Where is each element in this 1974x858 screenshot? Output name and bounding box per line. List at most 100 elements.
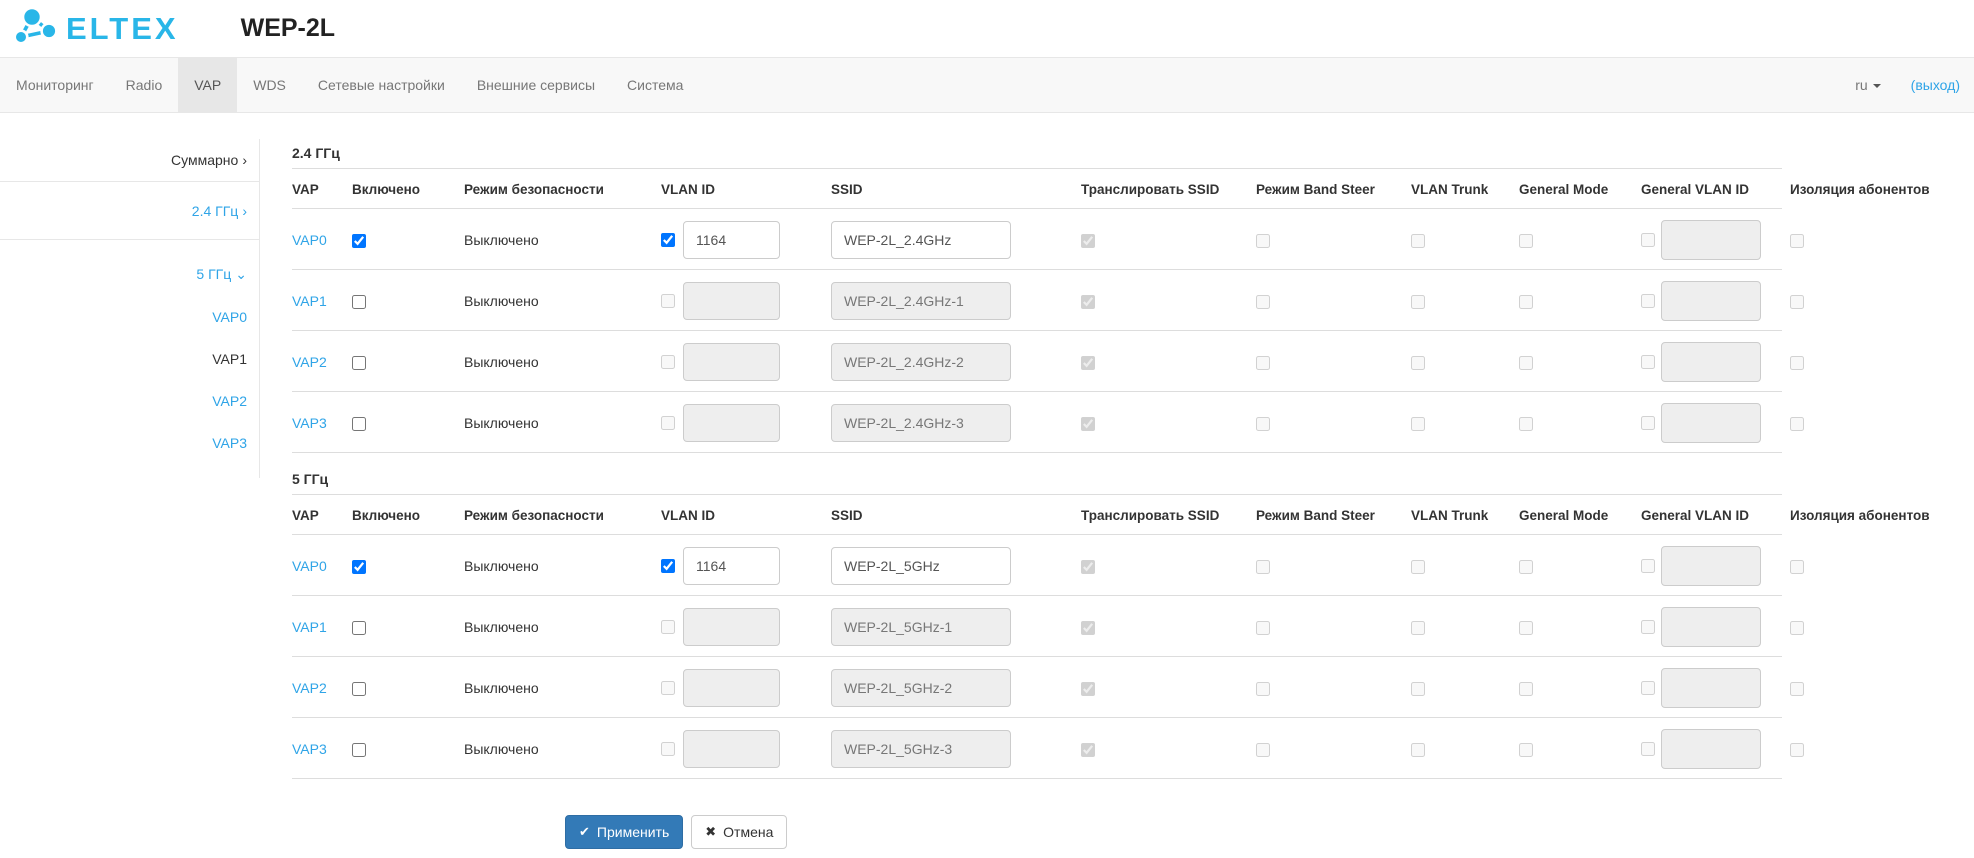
vlan-id-checkbox [661, 416, 675, 430]
tab-monitoring[interactable]: Мониторинг [0, 58, 110, 112]
column-header: Режим безопасности [464, 508, 661, 523]
general-mode-checkbox [1519, 295, 1533, 309]
vap-link[interactable]: VAP1 [292, 619, 327, 635]
vlan-id-checkbox[interactable] [661, 233, 675, 247]
general-vlan-input [1661, 546, 1761, 586]
cancel-button[interactable]: ✖ Отмена [691, 815, 787, 849]
language-dropdown[interactable]: ru [1855, 77, 1880, 93]
general-vlan-input [1661, 607, 1761, 647]
vlan-trunk-checkbox [1411, 621, 1425, 635]
sidebar-item-label: VAP1 [212, 351, 247, 367]
table-row: VAP0 Выключено [292, 535, 1974, 596]
chevron-down-icon: ⌄ [235, 266, 247, 282]
table-row: VAP2 Выключено [292, 331, 1974, 392]
eltex-logo: ELTEX [12, 6, 179, 51]
enabled-checkbox[interactable] [352, 621, 366, 635]
tab-vap[interactable]: VAP [178, 58, 237, 112]
isolation-checkbox [1790, 356, 1804, 370]
ssid-input[interactable] [831, 547, 1011, 585]
general-vlan-input [1661, 220, 1761, 260]
vlan-trunk-checkbox [1411, 356, 1425, 370]
enabled-checkbox[interactable] [352, 560, 366, 574]
table-row: VAP3 Выключено [292, 718, 1974, 779]
table-header-row: VAPВключеноРежим безопасностиVLAN IDSSID… [292, 495, 1974, 535]
close-icon: ✖ [705, 824, 716, 840]
ssid-input [831, 608, 1011, 646]
isolation-checkbox [1790, 417, 1804, 431]
vlan-trunk-checkbox [1411, 682, 1425, 696]
isolation-checkbox [1790, 621, 1804, 635]
sidebar-item-vap1[interactable]: VAP1 [0, 338, 259, 380]
sidebar-item-vap3[interactable]: VAP3 [0, 422, 259, 464]
sidebar-item-2-4-ghz[interactable]: 2.4 ГГц› [0, 182, 259, 240]
nav-right: ru (выход) [1855, 58, 1960, 112]
vlan-id-checkbox [661, 355, 675, 369]
sidebar-item-label: VAP0 [212, 309, 247, 325]
general-mode-checkbox [1519, 417, 1533, 431]
isolation-checkbox [1790, 295, 1804, 309]
vlan-id-input[interactable] [683, 547, 780, 585]
ssid-input [831, 404, 1011, 442]
band-section: 2.4 ГГц VAPВключеноРежим безопасностиVLA… [292, 145, 1974, 453]
enabled-checkbox[interactable] [352, 295, 366, 309]
broadcast-ssid-checkbox [1081, 621, 1095, 635]
ssid-input [831, 730, 1011, 768]
general-mode-checkbox [1519, 560, 1533, 574]
general-vlan-input [1661, 729, 1761, 769]
vlan-id-input[interactable] [683, 221, 780, 259]
check-icon: ✔ [579, 824, 590, 840]
ssid-input[interactable] [831, 221, 1011, 259]
ssid-input [831, 282, 1011, 320]
band-section: 5 ГГц VAPВключеноРежим безопасностиVLAN … [292, 471, 1974, 779]
broadcast-ssid-checkbox [1081, 560, 1095, 574]
security-mode-value: Выключено [464, 293, 661, 309]
section-title: 5 ГГц [292, 471, 1974, 495]
vlan-id-checkbox[interactable] [661, 559, 675, 573]
sidebar: Суммарно›2.4 ГГц›5 ГГц⌄ VAP0 VAP1 VAP2VAP3 [0, 113, 260, 478]
vlan-id-input [683, 343, 780, 381]
apply-button[interactable]: ✔ Применить [565, 815, 683, 849]
vap-link[interactable]: VAP1 [292, 293, 327, 309]
enabled-checkbox[interactable] [352, 682, 366, 696]
column-header: Транслировать SSID [1081, 508, 1256, 523]
column-header: General Mode [1519, 508, 1641, 523]
enabled-checkbox[interactable] [352, 743, 366, 757]
vap-link[interactable]: VAP2 [292, 680, 327, 696]
broadcast-ssid-checkbox [1081, 356, 1095, 370]
tab-network-settings[interactable]: Сетевые настройки [302, 58, 461, 112]
column-header: Режим Band Steer [1256, 508, 1411, 523]
tab-wds[interactable]: WDS [237, 58, 302, 112]
isolation-checkbox [1790, 234, 1804, 248]
vap-link[interactable]: VAP0 [292, 558, 327, 574]
enabled-checkbox[interactable] [352, 234, 366, 248]
table-row: VAP0 Выключено [292, 209, 1974, 270]
band-steer-checkbox [1256, 417, 1270, 431]
isolation-checkbox [1790, 682, 1804, 696]
broadcast-ssid-checkbox [1081, 743, 1095, 757]
table-row: VAP1 Выключено [292, 596, 1974, 657]
general-vlan-checkbox [1641, 416, 1655, 430]
tab-external-services[interactable]: Внешние сервисы [461, 58, 611, 112]
general-vlan-checkbox [1641, 355, 1655, 369]
sidebar-item-vap0[interactable]: VAP0 [0, 296, 259, 338]
enabled-checkbox[interactable] [352, 417, 366, 431]
vap-link[interactable]: VAP3 [292, 415, 327, 431]
chevron-right-icon: › [242, 152, 247, 168]
sidebar-item-summary[interactable]: Суммарно› [0, 139, 259, 182]
vap-link[interactable]: VAP0 [292, 232, 327, 248]
general-vlan-input [1661, 668, 1761, 708]
enabled-checkbox[interactable] [352, 356, 366, 370]
page-title: WEP-2L [241, 14, 335, 43]
top-bar: ELTEX WEP-2L [0, 0, 1974, 57]
sidebar-item-vap2[interactable]: VAP2 [0, 380, 259, 422]
table-header-row: VAPВключеноРежим безопасностиVLAN IDSSID… [292, 169, 1974, 209]
tab-radio[interactable]: Radio [110, 58, 179, 112]
tab-system[interactable]: Система [611, 58, 699, 112]
logout-link[interactable]: (выход) [1911, 77, 1960, 93]
vap-link[interactable]: VAP3 [292, 741, 327, 757]
sidebar-item-5-ghz[interactable]: 5 ГГц⌄ [0, 240, 259, 296]
column-header: Изоляция абонентов [1781, 508, 1941, 523]
vap-link[interactable]: VAP2 [292, 354, 327, 370]
vlan-id-input [683, 282, 780, 320]
vlan-id-checkbox [661, 742, 675, 756]
